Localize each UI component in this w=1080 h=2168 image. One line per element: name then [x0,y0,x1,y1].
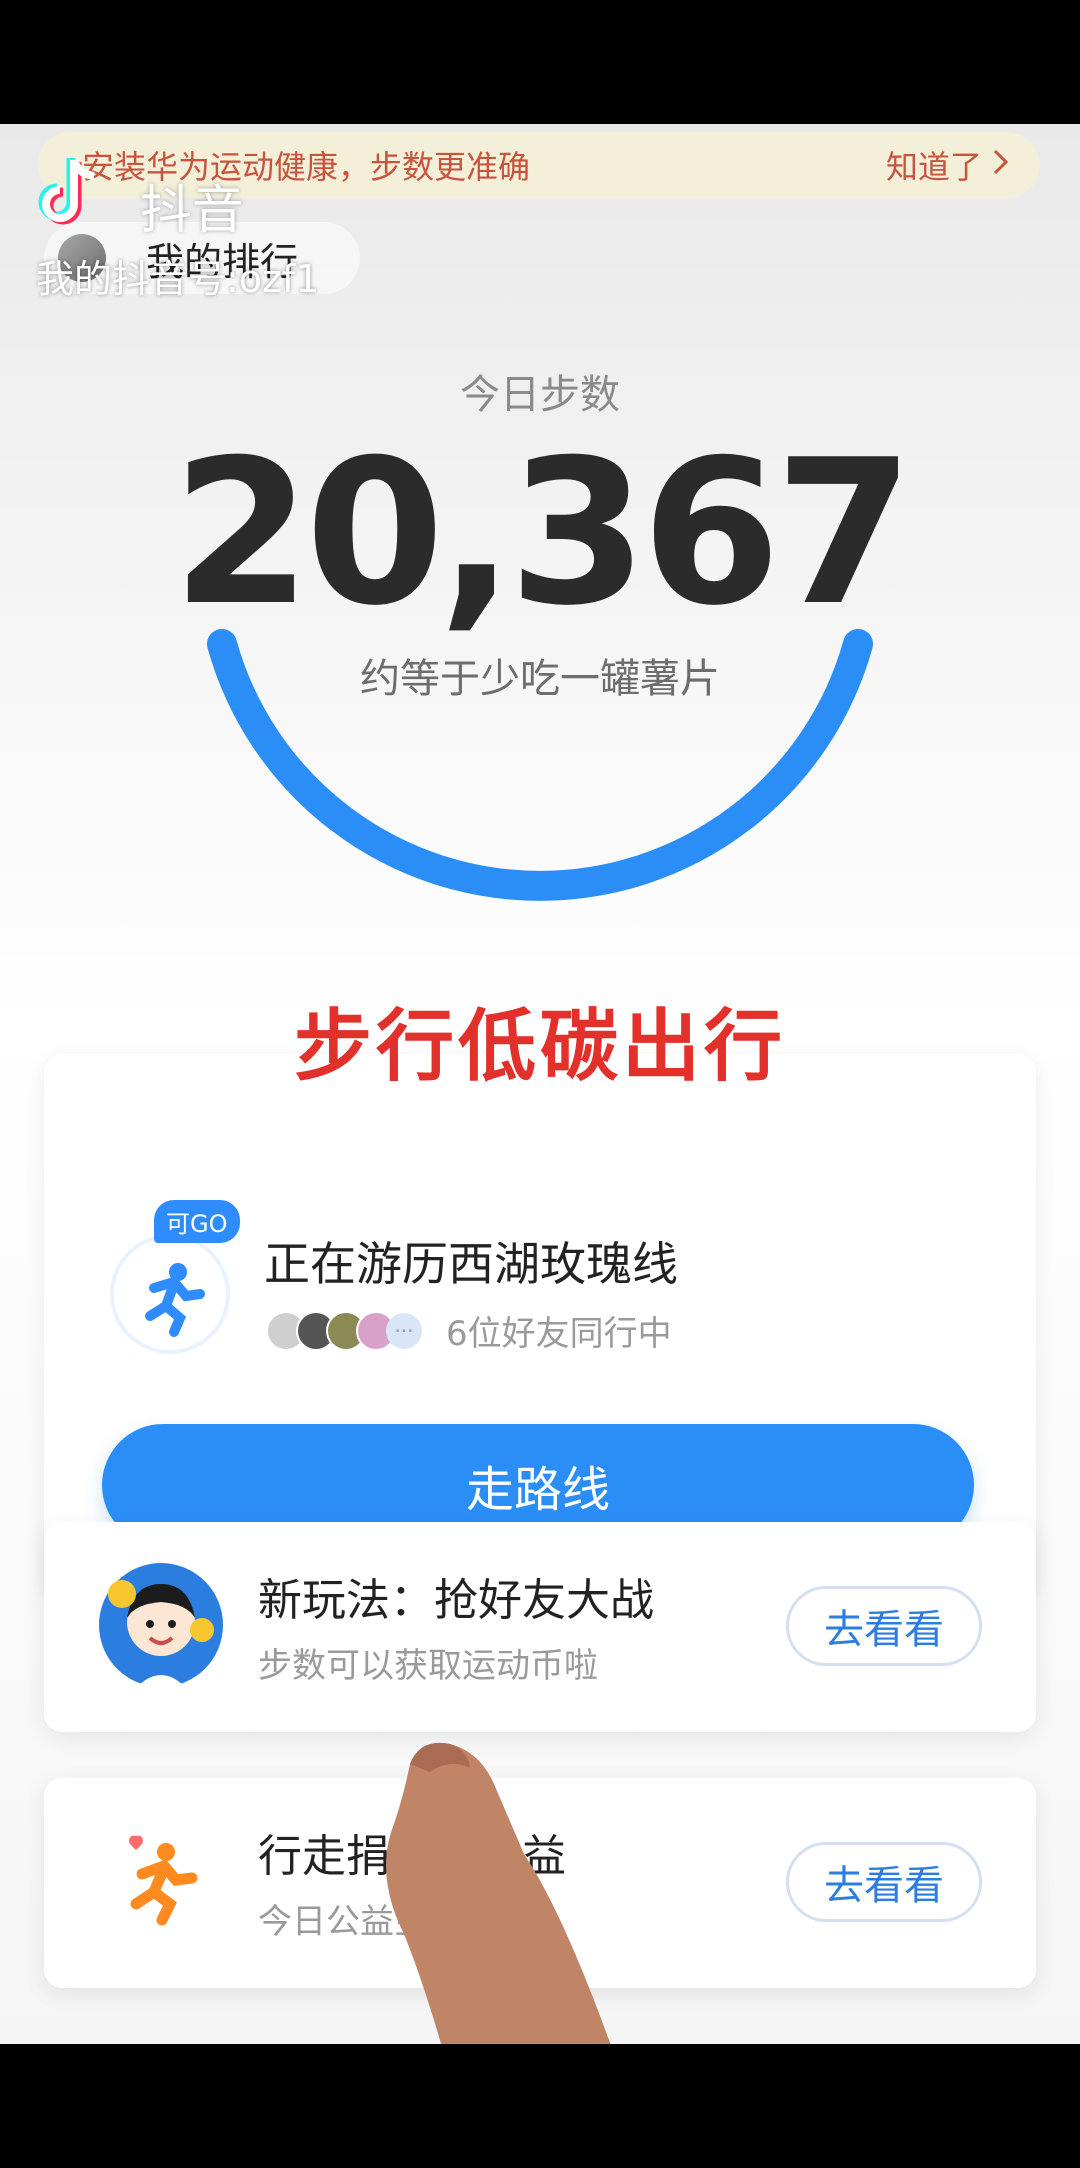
health-app-screen: 安装华为运动健康，步数更准确 知道了 我的排行 抖音 我的抖音号:ozf1 今日… [0,124,1080,2044]
route-card: 可GO 正在游历西湖玫瑰线 ··· 6位好友同行中 走路线 [44,1054,1036,1594]
route-title: 正在游历西湖玫瑰线 [264,1237,678,1291]
douyin-logo-icon [38,158,95,225]
go-look-button[interactable]: 去看看 [786,1842,982,1922]
activity-subtitle: 步数可以获取运动币啦 [258,1646,598,1686]
kego-badge: 可GO [154,1200,240,1243]
more-friends-icon: ··· [386,1312,422,1349]
go-look-button[interactable]: 去看看 [786,1586,982,1666]
banner-action-label: 知道了 [885,148,982,186]
steps-equivalent-text: 约等于少吃一罐薯片 [360,656,720,702]
today-steps-label: 今日步数 [460,372,620,418]
chevron-right-icon [992,146,1010,184]
pointing-hand [386,1742,611,2044]
activity-title: 新玩法：抢好友大战 [258,1575,654,1626]
cartoon-girl-icon [99,1563,223,1688]
video-caption: 步行低碳出行 [293,1002,786,1092]
today-steps-value: 20,367 [172,417,914,650]
activity-card-friend-battle[interactable]: 新玩法：抢好友大战 步数可以获取运动币啦 去看看 [44,1522,1036,1732]
running-person-icon [110,1234,230,1354]
banner-dismiss-button[interactable]: 知道了 [886,142,1010,188]
friends-row[interactable]: ··· 6位好友同行中 [266,1306,672,1355]
charity-runner-icon [129,1835,198,1926]
friends-count-text: 6位好友同行中 [446,1314,672,1354]
watermark-app-name: 抖音 [140,181,245,241]
watermark-account-id: 我的抖音号:ozf1 [36,257,320,301]
